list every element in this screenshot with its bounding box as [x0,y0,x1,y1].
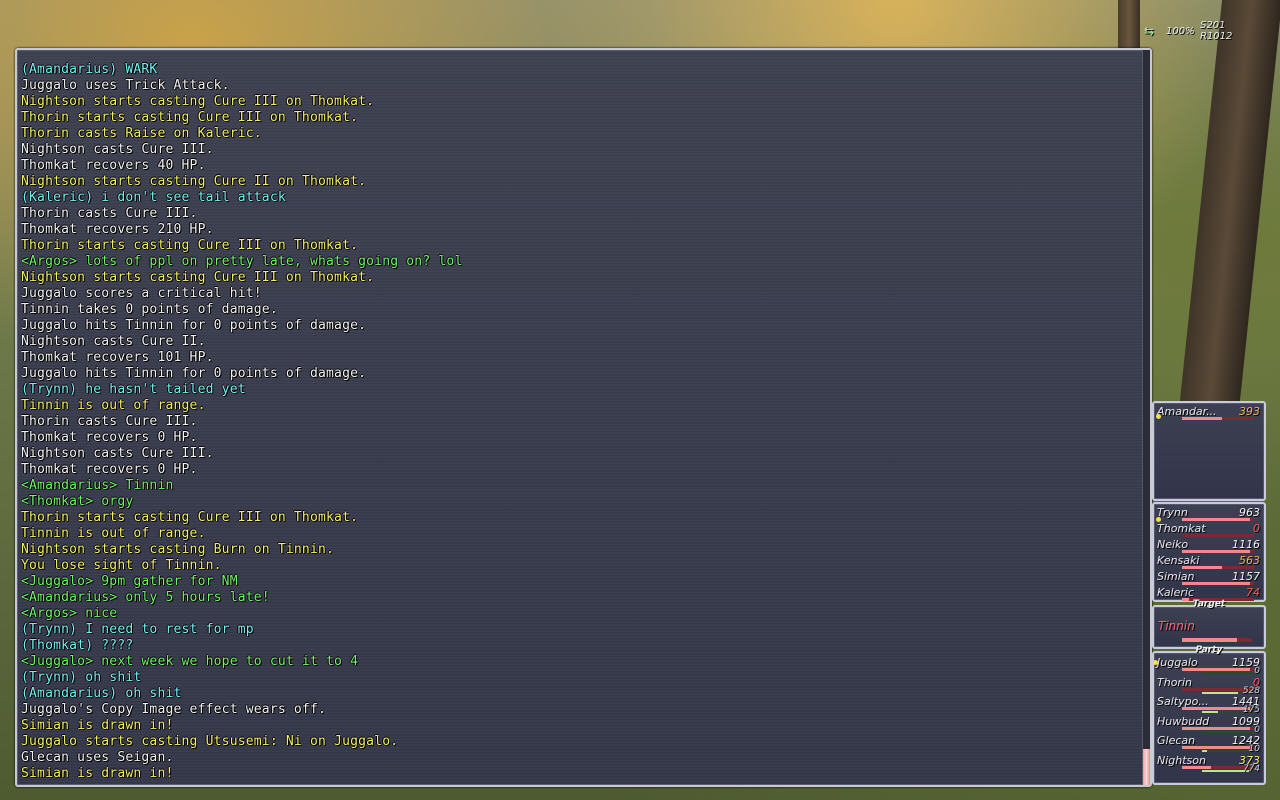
hud-r-value: R1012 [1200,31,1233,42]
chat-line: <Juggalo> next week we hope to cut it to… [21,654,359,669]
selection-cursor-icon [1156,414,1161,419]
member-hp-value: 563 [1239,554,1260,567]
member-hp-value: 393 [1239,405,1260,418]
chat-line: Juggalo scores a critical hit! [21,286,262,301]
chat-line: <Juggalo> 9pm gather for NM [21,574,238,589]
chat-line: Glecan uses Seigan. [21,750,174,765]
member-hp-value: 74 [1246,586,1260,599]
member-tp-value: 528 [1242,685,1260,696]
member-mp-bar [1202,672,1254,674]
party-panel: Party Juggalo 1159 0 Thorin 0 528 Saltypo... 14… [1152,645,1266,785]
chat-line: Thorin casts Raise on Kaleric. [21,126,262,141]
member-mp-bar [1202,730,1254,733]
party-member-row[interactable]: Amandar... 393 [1154,405,1264,421]
party-member-row[interactable]: Nightson 373 774 [1154,754,1264,774]
member-hp-value: 0 [1253,522,1260,535]
chat-line: (Amandarius) oh shit [21,686,182,701]
chat-line: Thomkat recovers 0 HP. [21,430,198,445]
hud-s-value: S201 [1200,20,1226,31]
chat-line: Thorin starts casting Cure III on Thomka… [21,238,359,253]
status-hud: ⇆ 100% S201 R1012 [1144,20,1254,46]
member-hp-value: 1116 [1232,538,1260,551]
chat-line: Thomkat recovers 101 HP. [21,350,214,365]
chat-line: Thomkat recovers 0 HP. [21,462,198,477]
target-name[interactable]: Tinnin [1158,619,1195,633]
member-hp-bar [1182,534,1254,537]
chat-line: Thomkat recovers 40 HP. [21,158,206,173]
chat-line: (Amandarius) WARK [21,62,158,77]
member-hp-value: 963 [1239,506,1260,519]
chat-line: Thorin starts casting Cure III on Thomka… [21,110,359,125]
chat-line: Tinnin takes 0 points of damage. [21,302,278,317]
chat-line: (Trynn) oh shit [21,670,142,685]
member-mp-bar [1202,750,1254,752]
target-hp-bar [1182,638,1252,642]
chat-line: (Trynn) I need to rest for mp [21,622,254,637]
member-hp-value: 1157 [1232,570,1260,583]
party-member-row[interactable]: Huwbudd 1099 0 [1154,715,1264,735]
chat-line: Juggalo uses Trick Attack. [21,78,230,93]
chat-line: Juggalo hits Tinnin for 0 points of dama… [21,318,367,333]
chat-line: Thorin casts Cure III. [21,414,198,429]
chat-log: (Amandarius) WARK Juggalo uses Trick Atta… [21,62,1136,783]
chat-line: (Kaleric) i don't see tail attack [21,190,286,205]
chat-line: Thorin starts casting Cure III on Thomka… [21,510,359,525]
chat-line: Nightson casts Cure III. [21,446,214,461]
chat-line: Nightson casts Cure III. [21,142,214,157]
member-tp-value: 175 [1242,705,1260,715]
chat-line: Nightson starts casting Cure III on Thom… [21,270,375,285]
party-member-row[interactable]: Simian 1157 [1154,570,1264,586]
target-panel[interactable]: Target Tinnin [1152,599,1266,649]
chat-line: Nightson starts casting Cure II on Thomk… [21,174,367,189]
chat-line: Nightson casts Cure II. [21,334,206,349]
chat-line: You lose sight of Tinnin. [21,558,222,573]
member-tp-value: 0 [1254,724,1260,735]
chat-line: Nightson starts casting Cure III on Thom… [21,94,375,109]
member-tp-value: 774 [1242,763,1260,774]
background-tree-trunk [1177,0,1280,420]
chat-line: Simian is drawn in! [21,766,174,781]
chat-line: <Argos> lots of ppl on pretty late, what… [21,254,463,269]
alliance-panel-1: Amandar... 393 [1152,401,1266,501]
chat-line: Juggalo's Copy Image effect wears off. [21,702,327,717]
selection-cursor-icon [1156,517,1161,522]
chat-line: (Thomkat) ???? [21,638,134,653]
chat-line: Tinnin is out of range. [21,398,206,413]
chat-scroll-thumb[interactable] [1143,749,1150,785]
party-member-row[interactable]: Juggalo 1159 0 [1154,656,1264,676]
chat-line: Juggalo starts casting Utsusemi: Ni on J… [21,734,399,749]
hud-percent: 100% [1166,26,1195,37]
selection-cursor-icon [1153,660,1158,665]
chat-line: <Amandarius> only 5 hours late! [21,590,270,605]
member-tp-value: 10 [1248,744,1260,754]
alliance-panel-2: Trynn 963 Thomkat 0 Neiko 1116 Kensaki 563 Simia… [1152,502,1266,602]
chat-line: Thorin casts Cure III. [21,206,198,221]
party-member-row[interactable]: Trynn 963 [1154,506,1264,522]
chat-scrollbar[interactable] [1142,50,1150,785]
chat-log-window[interactable]: (Amandarius) WARK Juggalo uses Trick Atta… [15,48,1152,787]
chat-line: <Thomkat> orgy [21,494,134,509]
party-member-row[interactable]: Thomkat 0 [1154,522,1264,538]
party-panel-title: Party [1195,645,1223,655]
chat-line: Simian is drawn in! [21,718,174,733]
party-member-row[interactable]: Kensaki 563 [1154,554,1264,570]
party-member-row[interactable]: Saltypo... 1441 175 [1154,695,1264,715]
compass-icon: ⇆ [1144,24,1155,38]
chat-line: Tinnin is out of range. [21,526,206,541]
party-member-row[interactable]: Thorin 0 528 [1154,676,1264,696]
chat-line: Thomkat recovers 210 HP. [21,222,214,237]
chat-line: Juggalo hits Tinnin for 0 points of dama… [21,366,367,381]
target-panel-title: Target [1192,599,1226,609]
party-member-row[interactable]: Glecan 1242 10 [1154,734,1264,754]
chat-line: (Trynn) he hasn't tailed yet [21,382,246,397]
chat-line: <Argos> nice [21,606,118,621]
member-tp-value: 0 [1254,666,1260,676]
party-member-row[interactable]: Neiko 1116 [1154,538,1264,554]
chat-line: Nightson starts casting Burn on Tinnin. [21,542,335,557]
chat-line: <Amandarius> Tinnin [21,478,174,493]
